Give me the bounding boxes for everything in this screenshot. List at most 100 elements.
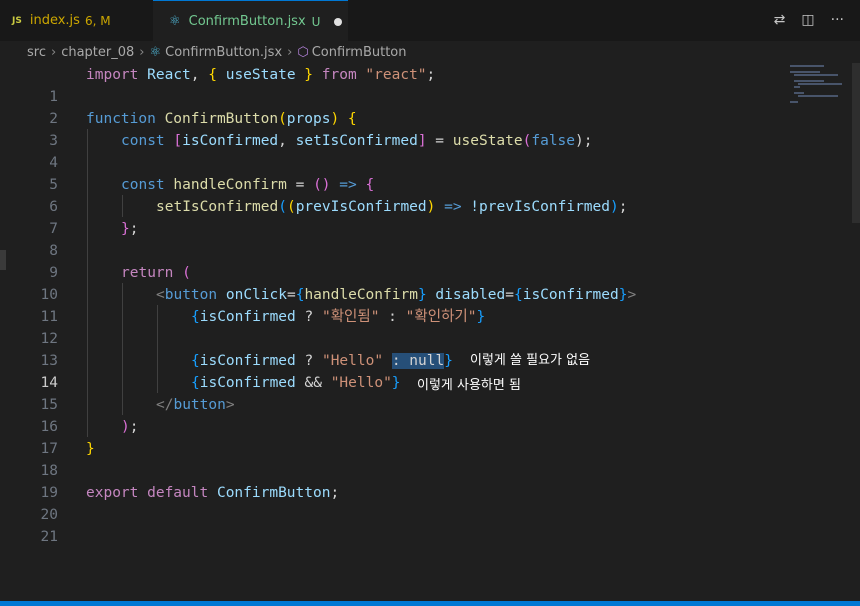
- chevron-right-icon: ›: [139, 44, 145, 60]
- code-line: 15 {isConfirmed && "Hello"}: [0, 372, 800, 413]
- code-editor[interactable]: 1 import React, { useState } from "react…: [0, 63, 860, 601]
- token: =>: [330, 177, 357, 193]
- token: }: [304, 67, 314, 83]
- token: {: [356, 177, 375, 193]
- editor-actions: ⇄ ◫ ···: [774, 12, 844, 28]
- code-text: );: [121, 416, 138, 438]
- token: isConfirmed: [182, 133, 279, 149]
- token: ?: [295, 353, 322, 369]
- token: useState: [216, 67, 305, 83]
- code-text: <button onClick={handleConfirm} disabled…: [156, 284, 636, 306]
- tab-confirmbutton-jsx[interactable]: ⚛ ConfirmButton.jsx U: [153, 0, 348, 42]
- react-file-icon: ⚛: [149, 44, 162, 60]
- code-text: const [isConfirmed, setIsConfirmed] = us…: [121, 130, 592, 152]
- token: }: [476, 309, 486, 325]
- token: {: [513, 287, 523, 303]
- code-line: 6 const handleConfirm = () => {: [0, 174, 800, 215]
- token: =: [505, 287, 514, 303]
- code-line: 14 {isConfirmed ? "Hello" : null}: [0, 350, 800, 391]
- token: "확인됨": [321, 309, 380, 325]
- token: const: [121, 177, 165, 193]
- code-line: 11 <button onClick={handleConfirm} disab…: [0, 284, 800, 325]
- tab-status: 6, M: [84, 13, 111, 28]
- token: button: [164, 287, 218, 303]
- token: {: [191, 353, 200, 369]
- token: !prevIsConfirmed: [461, 199, 610, 215]
- code-line: 5: [0, 152, 800, 193]
- code-text: const handleConfirm = () => {: [121, 174, 374, 196]
- tab-index-js[interactable]: JS index.js 6, M: [12, 0, 152, 41]
- selected-text[interactable]: : null: [391, 353, 445, 369]
- token: ,: [278, 133, 296, 149]
- code-text: function ConfirmButton(props) {: [86, 108, 357, 130]
- breadcrumb-item-src[interactable]: src: [27, 45, 46, 60]
- token: (: [278, 111, 287, 127]
- code-text: {isConfirmed ? "Hello" : null}: [191, 350, 453, 372]
- tab-label: index.js: [29, 13, 80, 28]
- code-line: 16 </button>: [0, 394, 800, 435]
- token: >: [225, 397, 235, 413]
- tab-label: ConfirmButton.jsx: [188, 14, 306, 29]
- token: ;: [426, 67, 436, 83]
- token: (: [173, 265, 191, 281]
- token: React: [147, 67, 191, 83]
- token: : null: [391, 353, 445, 369]
- token: ;: [129, 419, 139, 435]
- token: (: [278, 199, 287, 215]
- token: default: [138, 485, 209, 501]
- token: props: [286, 111, 331, 127]
- react-file-icon: ⚛: [169, 14, 181, 29]
- token: =: [286, 177, 314, 193]
- more-actions-icon[interactable]: ···: [831, 12, 844, 28]
- token: false: [531, 133, 576, 149]
- status-bar: [0, 601, 860, 606]
- token: ): [121, 419, 130, 435]
- code-line: 7 setIsConfirmed((prevIsConfirmed) => !p…: [0, 196, 800, 237]
- code-line: 17 );: [0, 416, 800, 457]
- token: from: [313, 67, 366, 83]
- breadcrumb: src › chapter_08 › ⚛ ConfirmButton.jsx ›…: [0, 41, 860, 63]
- code-line: 21: [0, 504, 800, 545]
- token: handleConfirm: [164, 177, 287, 193]
- minimap[interactable]: [790, 63, 846, 103]
- token: return: [121, 265, 174, 281]
- token: isConfirmed: [199, 375, 296, 391]
- code-text: export default ConfirmButton;: [86, 482, 339, 504]
- tab-status: U: [311, 14, 321, 29]
- token: const: [121, 133, 165, 149]
- editor-tab-bar: JS index.js 6, M ⚛ ConfirmButton.jsx U ⇄…: [0, 0, 860, 42]
- code-line: 10 return (: [0, 262, 800, 303]
- unsaved-dot-icon[interactable]: [334, 17, 343, 26]
- token: =>: [435, 199, 462, 215]
- token: isConfirmed: [199, 309, 296, 325]
- code-line: 12 {isConfirmed ? "확인됨" : "확인하기"}: [0, 306, 800, 347]
- breadcrumb-item-chapter[interactable]: chapter_08: [61, 45, 134, 60]
- token: {: [339, 111, 357, 127]
- token: ?: [295, 309, 322, 325]
- token: ;: [618, 199, 628, 215]
- token: ConfirmButton: [208, 485, 331, 501]
- code-text: </button>: [156, 394, 235, 416]
- token: onClick: [217, 287, 287, 303]
- token: );: [575, 133, 593, 149]
- token: export: [86, 485, 139, 501]
- breadcrumb-item-file[interactable]: ConfirmButton.jsx: [165, 45, 282, 60]
- split-editor-icon[interactable]: ◫: [801, 12, 814, 28]
- token: function: [86, 111, 156, 127]
- token: ]: [417, 133, 427, 149]
- code-line: 3 function ConfirmButton(props) {: [0, 108, 800, 149]
- token: ;: [129, 221, 139, 237]
- token: ): [330, 111, 340, 127]
- token: setIsConfirmed: [295, 133, 418, 149]
- breadcrumb-item-symbol[interactable]: ConfirmButton: [312, 45, 407, 60]
- compare-changes-icon[interactable]: ⇄: [774, 12, 786, 28]
- token: "react": [365, 67, 427, 83]
- token: import: [86, 67, 139, 83]
- annotation-note: 이렇게 쓸 필요가 없음: [470, 353, 591, 368]
- token: {: [191, 309, 200, 325]
- code-text: return (: [121, 262, 191, 284]
- token: (: [286, 199, 296, 215]
- vertical-scrollbar[interactable]: [852, 63, 860, 223]
- token: {: [208, 67, 217, 83]
